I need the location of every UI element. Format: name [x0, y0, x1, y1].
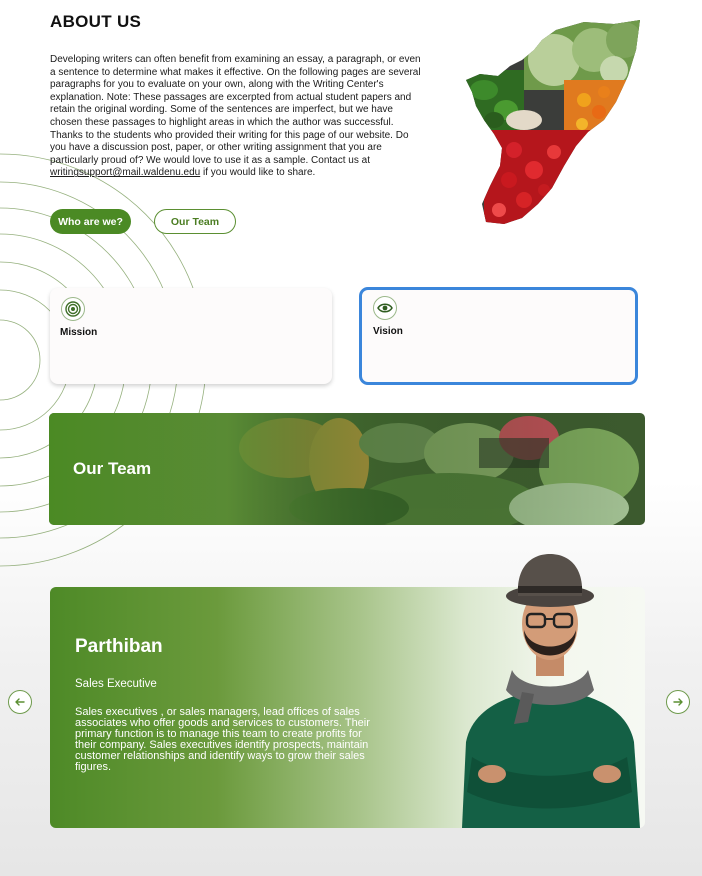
carousel-next-button[interactable]: [666, 690, 690, 714]
target-icon: [61, 297, 85, 321]
member-photo: [462, 554, 640, 828]
member-name: Parthiban: [75, 636, 163, 657]
about-text-part1: Developing writers can often benefit fro…: [50, 54, 421, 166]
eye-icon: [373, 296, 397, 320]
about-paragraph: Developing writers can often benefit fro…: [50, 54, 422, 180]
vegetable-map-image: [466, 20, 640, 224]
mission-label: Mission: [60, 327, 98, 338]
vision-card[interactable]: Vision: [359, 287, 638, 385]
mission-card[interactable]: Mission: [50, 288, 332, 384]
who-are-we-button[interactable]: Who are we?: [50, 209, 131, 234]
arrow-right-icon: [673, 698, 683, 706]
member-role: Sales Executive: [75, 678, 157, 690]
vision-label: Vision: [373, 326, 403, 337]
page-title: ABOUT US: [50, 12, 142, 31]
about-text-part2: if you would like to share.: [200, 167, 316, 179]
carousel-prev-button[interactable]: [8, 690, 32, 714]
our-team-title: Our Team: [73, 459, 152, 478]
our-team-button[interactable]: Our Team: [154, 209, 236, 234]
email-link[interactable]: writingsupport@mail.waldenu.edu: [50, 167, 200, 178]
our-team-banner: Our Team: [49, 413, 645, 525]
member-description: Sales executives , or sales managers, le…: [75, 706, 370, 773]
arrow-left-icon: [15, 698, 25, 706]
